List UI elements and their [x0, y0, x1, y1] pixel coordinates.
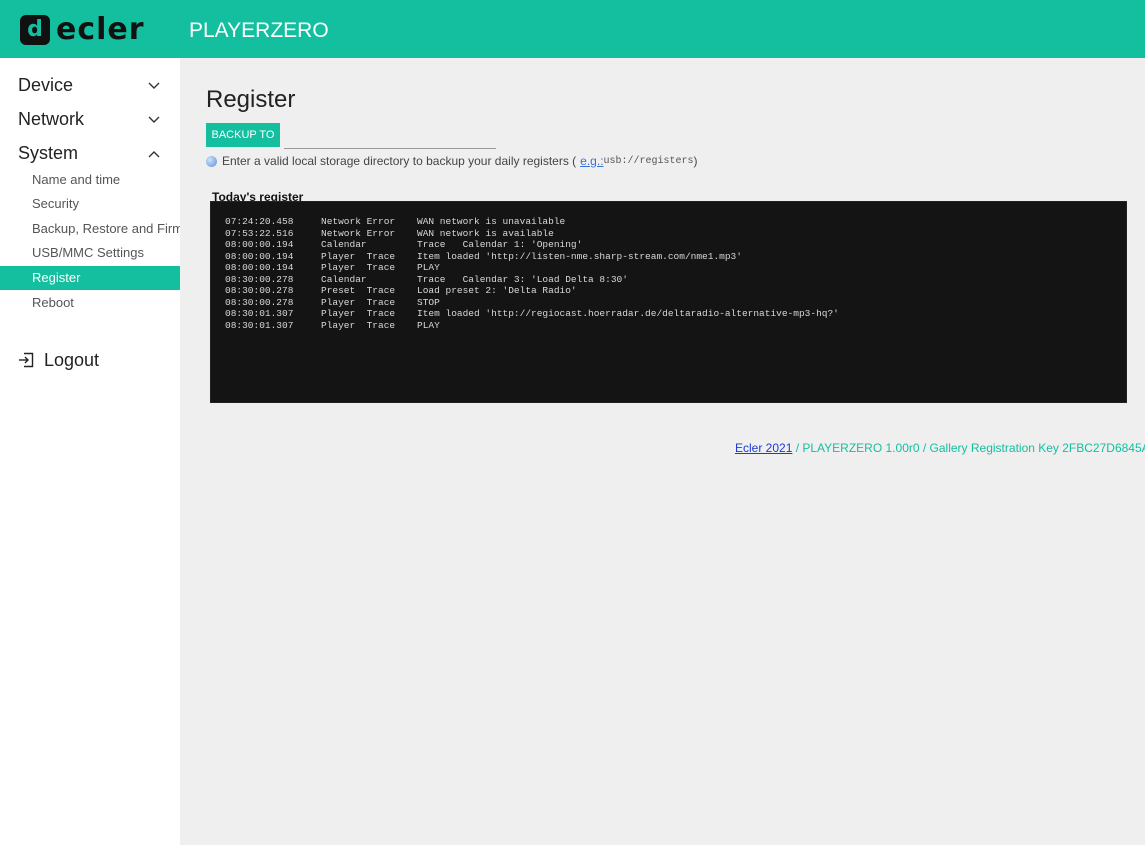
sidebar-item-label: Security: [32, 196, 79, 211]
sidebar-item-label: Register: [32, 270, 81, 285]
sidebar-item-label: Name and time: [32, 172, 121, 187]
log-source: Player Trace: [321, 251, 396, 262]
log-message: WAN network is available: [417, 228, 554, 239]
log-message: Trace Calendar 1: 'Opening': [417, 239, 583, 250]
log-time: 08:30:00.278: [225, 274, 294, 285]
backup-hint: Enter a valid local storage directory to…: [206, 154, 698, 168]
log-time: 08:00:00.194: [225, 239, 294, 250]
sidebar-item-label: USB/MMC Settings: [32, 245, 144, 260]
logo-text: ecler: [56, 12, 145, 47]
log-time: 08:30:00.278: [225, 297, 294, 308]
hint-end: ): [693, 154, 698, 168]
log-time: 08:00:00.194: [225, 262, 294, 273]
nav-device-label: Device: [18, 75, 74, 95]
chevron-down-icon: [148, 82, 160, 89]
log-time: 07:24:20.458: [225, 216, 294, 227]
sidebar-item-name-and-time[interactable]: Name and time: [0, 168, 180, 192]
logout-icon: [19, 352, 34, 368]
log-row: 08:00:00.194 Calendar Trace Calendar 1: …: [225, 239, 582, 251]
hint-example-code: usb://registers: [603, 155, 694, 167]
log-time: 08:00:00.194: [225, 251, 294, 262]
hint-example-link[interactable]: e.g.:: [580, 154, 603, 168]
sidebar-item-register[interactable]: Register: [0, 266, 180, 290]
backup-path-input[interactable]: [284, 123, 496, 149]
register-log-console[interactable]: 07:24:20.458 Network Error WAN network i…: [210, 201, 1127, 403]
logout-button[interactable]: Logout: [18, 348, 99, 372]
log-message: PLAY: [417, 262, 440, 273]
log-message: WAN network is unavailable: [417, 216, 566, 227]
nav-network-label: Network: [18, 109, 85, 129]
log-source: Player Trace: [321, 308, 396, 319]
log-source: Network Error: [321, 228, 396, 239]
page-title: Register: [206, 86, 296, 113]
log-message: Load preset 2: 'Delta Radio': [417, 285, 577, 296]
nav-system[interactable]: System: [0, 139, 170, 169]
page-footer: Ecler 2021 / PLAYERZERO 1.00r0 / Gallery…: [735, 441, 1145, 455]
sidebar: Device Network System Name and time Secu…: [0, 58, 204, 845]
log-message: PLAY: [417, 320, 440, 331]
ecler-logo[interactable]: d ecler: [20, 14, 145, 46]
log-source: Preset Trace: [321, 285, 396, 296]
log-time: 08:30:01.307: [225, 308, 294, 319]
chevron-up-icon: [148, 151, 160, 158]
chevron-down-icon: [148, 116, 160, 123]
log-source: Calendar: [321, 274, 367, 285]
sidebar-item-label: Reboot: [32, 295, 74, 310]
hint-text: Enter a valid local storage directory to…: [222, 154, 577, 168]
log-source: Calendar: [321, 239, 367, 250]
sidebar-item-reboot[interactable]: Reboot: [0, 291, 180, 315]
log-row: 08:00:00.194 Player Trace PLAY: [225, 262, 440, 274]
log-source: Player Trace: [321, 262, 396, 273]
sidebar-item-security[interactable]: Security: [0, 192, 180, 216]
log-row: 08:30:00.278 Preset Trace Load preset 2:…: [225, 285, 577, 297]
log-source: Player Trace: [321, 297, 396, 308]
log-source: Player Trace: [321, 320, 396, 331]
info-icon: [206, 155, 217, 167]
log-row: 08:30:01.307 Player Trace PLAY: [225, 320, 440, 332]
log-row: 08:30:01.307 Player Trace Item loaded 'h…: [225, 308, 839, 320]
log-message: STOP: [417, 297, 440, 308]
log-message: Item loaded 'http://regiocast.hoerradar.…: [417, 308, 839, 319]
log-source: Network Error: [321, 216, 396, 227]
sidebar-item-label: Backup, Restore and Firmwar: [32, 221, 204, 236]
logout-label: Logout: [44, 349, 100, 370]
top-header: d ecler PLAYERZERO: [0, 0, 1145, 58]
log-message: Item loaded 'http://listen-nme.sharp-str…: [417, 251, 742, 262]
log-time: 07:53:22.516: [225, 228, 294, 239]
nav-system-label: System: [18, 143, 79, 163]
backup-to-button[interactable]: BACKUP TO: [206, 123, 280, 147]
log-row: 07:24:20.458 Network Error WAN network i…: [225, 216, 565, 228]
logo-mark: d: [20, 15, 50, 45]
ecler-link[interactable]: Ecler 2021: [735, 441, 792, 455]
log-time: 08:30:00.278: [225, 285, 294, 296]
log-time: 08:30:01.307: [225, 320, 294, 331]
log-message: Trace Calendar 3: 'Load Delta 8:30': [417, 274, 628, 285]
sidebar-item-usb-mmc-settings[interactable]: USB/MMC Settings: [0, 241, 180, 265]
app-title: PLAYERZERO: [189, 19, 329, 42]
nav-network[interactable]: Network: [0, 105, 170, 135]
nav-device[interactable]: Device: [0, 71, 170, 101]
main-content: Register BACKUP TO Enter a valid local s…: [180, 58, 1145, 845]
footer-version-text: / PLAYERZERO 1.00r0 / Gallery Registrati…: [792, 441, 1145, 455]
sidebar-item-backup-restore-firmware[interactable]: Backup, Restore and Firmwar: [0, 217, 204, 241]
